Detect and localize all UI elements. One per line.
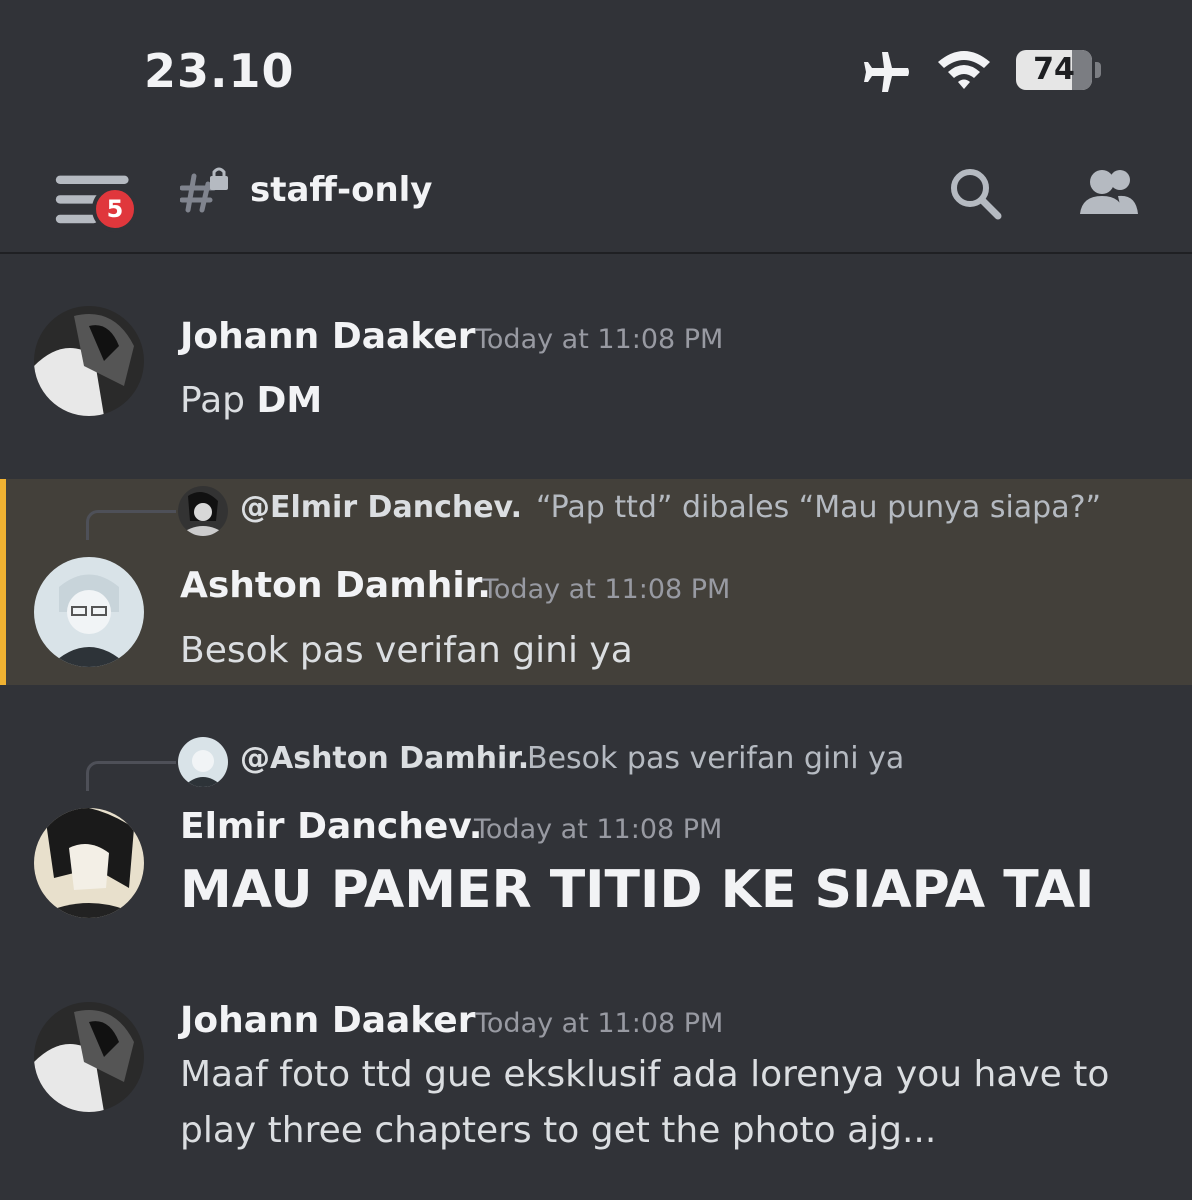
message-content: Besok pas verifan gini ya [180,630,633,671]
reply-reference[interactable]: @Ashton Damhir. Besok pas verifan gini y… [86,731,1186,791]
avatar[interactable] [34,808,144,918]
battery-cap [1095,62,1101,78]
channel-header [0,140,1192,254]
reply-preview: “Pap ttd” dibales “Mau punya siapa?” [536,490,1102,525]
reply-connector [86,510,176,540]
message-timestamp: Today at 11:08 PM [482,574,731,605]
message-text-bold: DM [256,380,323,421]
unread-badge: 5 [92,186,138,232]
locked-channel-icon [180,167,228,213]
reply-preview: Besok pas verifan gini ya [527,741,905,776]
message-content: Pap DM [180,380,322,421]
reply-connector [86,761,176,791]
reply-avatar [178,486,228,536]
battery-icon: 74 [1016,50,1092,90]
message-timestamp: Today at 11:08 PM [474,814,723,845]
message-author[interactable]: Johann Daaker [180,1000,475,1041]
message-content-header: MAU PAMER TITID KE SIAPA TAI [180,860,1095,920]
status-bar: 23.10 74 [0,0,1192,140]
reply-username[interactable]: @Elmir Danchev. [240,490,522,525]
reply-username[interactable]: @Ashton Damhir. [240,741,529,776]
battery-level: 74 [1033,52,1075,87]
wifi-icon [938,51,990,89]
mention-highlight-bar [0,479,6,685]
avatar[interactable] [34,557,144,667]
message-timestamp: Today at 11:08 PM [475,1008,724,1039]
avatar[interactable] [34,1002,144,1112]
message-timestamp: Today at 11:08 PM [475,324,724,355]
avatar[interactable] [34,306,144,416]
reply-avatar [178,737,228,787]
search-icon[interactable] [948,166,1002,220]
members-icon[interactable] [1078,166,1140,220]
reply-reference[interactable]: @Elmir Danchev. “Pap ttd” dibales “Mau p… [86,480,1186,540]
message-author[interactable]: Ashton Damhir. [180,565,491,606]
message-author[interactable]: Johann Daaker [180,316,475,357]
message-author[interactable]: Elmir Danchev. [180,806,482,847]
status-time: 23.10 [144,44,295,98]
airplane-mode-icon [864,52,909,92]
message-text: Pap [180,380,257,421]
message-content-line: play three chapters to get the photo ajg… [180,1110,937,1151]
message-content-line: Maaf foto ttd gue eksklusif ada lorenya … [180,1054,1110,1095]
channel-name[interactable]: staff-only [250,170,432,210]
